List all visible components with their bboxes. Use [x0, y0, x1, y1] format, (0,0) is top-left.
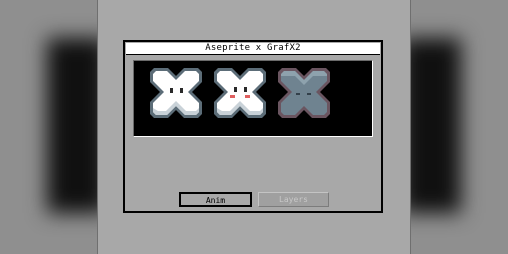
blurred-right-backdrop: [401, 0, 508, 254]
preview-canvas: [136, 63, 370, 134]
mascot-white-icon: [150, 68, 202, 118]
preview-panel: [133, 60, 373, 137]
app-screen: Aseprite x GrafX2 Anim Layers: [97, 0, 411, 254]
window-titlebar[interactable]: Aseprite x GrafX2: [126, 43, 380, 55]
window-title: Aseprite x GrafX2: [205, 43, 301, 53]
dialog-window: Aseprite x GrafX2 Anim Layers: [123, 40, 383, 213]
mascot-images: [150, 68, 330, 118]
layers-button[interactable]: Layers: [258, 192, 329, 207]
mascot-grey-icon: [278, 68, 330, 118]
anim-button[interactable]: Anim: [179, 192, 252, 207]
mascot-blush-icon: [214, 68, 266, 118]
blurred-left-backdrop: [0, 0, 107, 254]
